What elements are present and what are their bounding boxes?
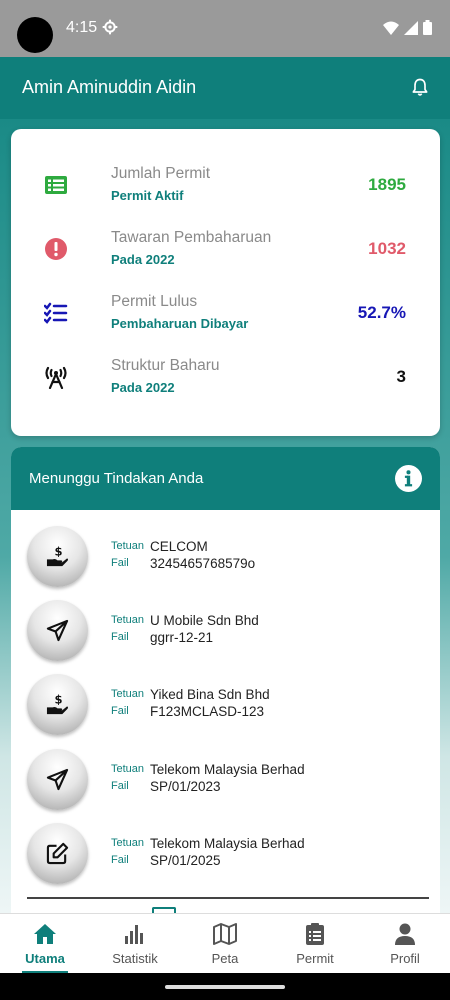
list-item[interactable]: Tetuan Fail U Mobile Sdn Bhd ggrr-12-21 [11, 600, 440, 662]
owner-label: Tetuan [111, 688, 145, 700]
file-label: Fail [111, 631, 129, 643]
nav-label: Permit [296, 951, 334, 966]
info-icon[interactable] [395, 465, 422, 492]
stat-row-permit-lulus[interactable]: Permit Lulus Pembaharuan Dibayar 52.7% [11, 293, 440, 343]
status-icons [383, 20, 432, 35]
stat-row-struktur-baharu[interactable]: Struktur Baharu Pada 2022 3 [11, 357, 440, 407]
gesture-handle[interactable] [165, 985, 285, 989]
file-label: Fail [111, 557, 129, 569]
owner-label: Tetuan [111, 614, 145, 626]
edit-icon [46, 842, 69, 865]
pending-actions-card: Menunggu Tindakan Anda $ Tetuan Fail CEL… [11, 447, 440, 913]
file-label: Fail [111, 705, 129, 717]
list-divider [27, 897, 429, 899]
stat-title: Tawaran Pembaharuan [111, 229, 272, 246]
owner-name: U Mobile Sdn Bhd [150, 613, 259, 628]
file-number: F123MCLASD-123 [150, 704, 265, 719]
file-label: Fail [111, 780, 129, 792]
nav-label: Utama [25, 951, 65, 966]
owner-label: Tetuan [111, 540, 145, 552]
send-icon [46, 619, 69, 642]
stat-title: Jumlah Permit [111, 165, 211, 182]
list-icon [45, 176, 67, 194]
file-label: Fail [111, 854, 129, 866]
alert-icon [45, 238, 67, 260]
stat-value: 1895 [368, 175, 406, 194]
stat-title: Permit Lulus [111, 293, 198, 310]
action-badge [27, 749, 88, 810]
owner-name: Telekom Malaysia Berhad [150, 836, 305, 851]
svg-text:$: $ [54, 545, 62, 559]
signal-icon [404, 20, 418, 35]
action-badge: $ [27, 526, 88, 587]
file-number: SP/01/2025 [150, 853, 221, 868]
action-badge: $ [27, 674, 88, 735]
money-hand-icon: $ [46, 545, 69, 567]
action-badge [27, 600, 88, 661]
battery-icon [423, 20, 432, 35]
stat-subtitle: Permit Aktif [111, 188, 184, 203]
nav-label: Peta [211, 951, 239, 966]
owner-name: Yiked Bina Sdn Bhd [150, 687, 270, 702]
stat-title: Struktur Baharu [111, 357, 220, 374]
nav-profil[interactable]: Profil [360, 914, 450, 974]
send-icon [46, 768, 69, 791]
bell-icon[interactable] [410, 77, 430, 97]
stat-subtitle: Pada 2022 [111, 252, 175, 267]
file-number: SP/01/2023 [150, 779, 221, 794]
nav-utama[interactable]: Utama [0, 914, 90, 974]
owner-label: Tetuan [111, 763, 145, 775]
app-header: Amin Aminuddin Aidin [0, 57, 450, 119]
status-time: 4:15 [66, 19, 98, 36]
nav-label: Statistik [112, 951, 158, 966]
list-item[interactable]: Tetuan Fail Telekom Malaysia Berhad SP/0… [11, 749, 440, 811]
file-number: 3245465768579o [150, 556, 256, 571]
stat-subtitle: Pada 2022 [111, 380, 175, 395]
wifi-icon [383, 21, 399, 35]
nav-statistik[interactable]: Statistik [90, 914, 180, 974]
pending-title: Menunggu Tindakan Anda [29, 470, 204, 487]
stats-card: Jumlah Permit Permit Aktif 1895 Tawaran … [11, 129, 440, 436]
stat-row-tawaran[interactable]: Tawaran Pembaharuan Pada 2022 1032 [11, 229, 440, 279]
nav-peta[interactable]: Peta [180, 914, 270, 974]
camera-cutout [17, 17, 53, 53]
user-name-title: Amin Aminuddin Aidin [22, 77, 197, 97]
money-hand-icon: $ [46, 693, 69, 715]
stat-value: 3 [396, 367, 406, 386]
gesture-area [0, 973, 450, 1000]
owner-name: CELCOM [150, 539, 208, 554]
status-bar: 4:15 [0, 0, 450, 57]
map-icon [213, 923, 237, 945]
list-item[interactable]: $ Tetuan Fail CELCOM 3245465768579o [11, 526, 440, 588]
checklist-icon [44, 302, 68, 324]
stat-value: 52.7% [357, 303, 406, 322]
nav-label: Profil [390, 951, 420, 966]
list-item[interactable]: $ Tetuan Fail Yiked Bina Sdn Bhd F123MCL… [11, 674, 440, 736]
owner-label: Tetuan [111, 837, 145, 849]
owner-name: Telekom Malaysia Berhad [150, 762, 305, 777]
nav-permit[interactable]: Permit [270, 914, 360, 974]
list-item[interactable]: Tetuan Fail Telekom Malaysia Berhad SP/0… [11, 823, 440, 885]
home-icon [34, 924, 56, 944]
action-badge [27, 823, 88, 884]
bar-chart-icon [125, 925, 143, 944]
stat-row-jumlah-permit[interactable]: Jumlah Permit Permit Aktif 1895 [11, 165, 440, 215]
bottom-nav: Utama Statistik Peta Permit Profil [0, 913, 450, 974]
settings-gear-icon [102, 19, 118, 35]
clipboard-icon [306, 923, 324, 945]
file-number: ggrr-12-21 [150, 630, 214, 645]
tower-icon [45, 366, 67, 389]
person-icon [395, 923, 415, 945]
stat-subtitle: Pembaharuan Dibayar [111, 316, 249, 331]
stat-value: 1032 [368, 239, 406, 258]
svg-text:$: $ [54, 693, 62, 707]
pending-header: Menunggu Tindakan Anda [11, 447, 440, 510]
